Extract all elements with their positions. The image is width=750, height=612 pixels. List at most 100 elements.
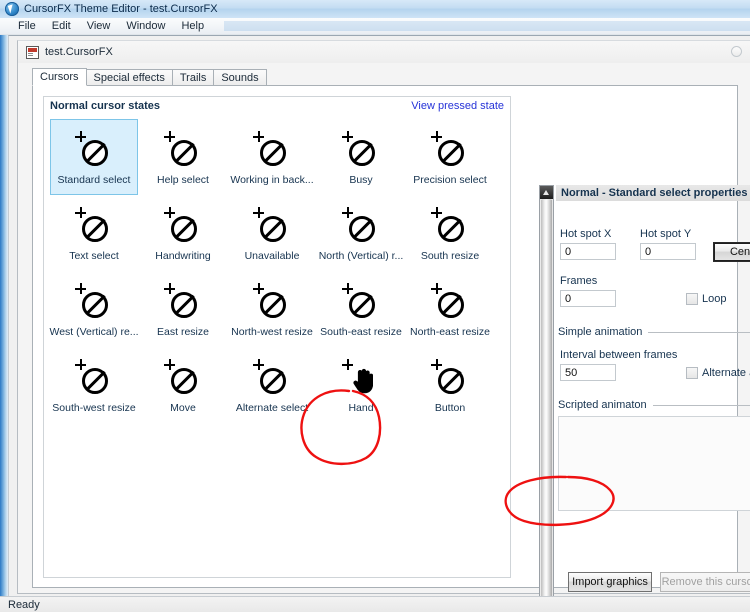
scrollbar-thumb[interactable] [541, 200, 552, 612]
cursor-cell-standard-select[interactable]: Standard select [50, 119, 138, 195]
menu-item-view[interactable]: View [79, 19, 119, 34]
cursor-cell-north-east-resize[interactable]: North-east resize [406, 271, 494, 347]
cursor-cell-working-in-back[interactable]: Working in back... [228, 119, 316, 195]
hand-glyph [353, 368, 373, 394]
hotspot-crosshair-icon [431, 207, 442, 218]
tab-trails[interactable]: Trails [171, 69, 215, 86]
window-left-border [0, 0, 8, 596]
no-entry-glyph [438, 292, 464, 318]
cursor-cell-label: West (Vertical) re... [49, 326, 139, 338]
menu-item-edit[interactable]: Edit [44, 19, 79, 34]
hotspot-crosshair-icon [431, 283, 442, 294]
no-entry-cursor-icon [250, 280, 294, 324]
no-entry-glyph [171, 216, 197, 242]
hot-spot-x-input[interactable] [560, 243, 616, 260]
tab-special-effects[interactable]: Special effects [85, 69, 173, 86]
interval-input[interactable] [560, 364, 616, 381]
cursor-cell-label: Text select [69, 250, 119, 262]
no-entry-glyph [438, 216, 464, 242]
document-restore-button[interactable] [731, 46, 742, 57]
frames-input[interactable] [560, 290, 616, 307]
no-entry-glyph [171, 140, 197, 166]
no-entry-cursor-icon [161, 204, 205, 248]
cursor-cell-label: East resize [157, 326, 209, 338]
cursor-cell-label: South-west resize [52, 402, 136, 414]
no-entry-cursor-icon [339, 280, 383, 324]
hotspot-crosshair-icon [431, 359, 442, 370]
no-entry-cursor-icon [339, 204, 383, 248]
no-entry-cursor-icon [250, 128, 294, 172]
no-entry-cursor-icon [250, 204, 294, 248]
grid-header: Normal cursor states View pressed state [44, 97, 510, 117]
cursor-cell-precision-select[interactable]: Precision select [406, 119, 494, 195]
properties-header: Normal - Standard select properties [556, 185, 750, 201]
cursor-cell-south-west-resize[interactable]: South-west resize [50, 347, 138, 423]
alternate-animation-checkbox[interactable] [686, 367, 698, 379]
no-entry-cursor-icon [72, 356, 116, 400]
hotspot-crosshair-icon [253, 283, 264, 294]
document-title: test.CursorFX [45, 46, 113, 58]
cursor-cell-button[interactable]: Button [406, 347, 494, 423]
cursorfx-app-icon [5, 2, 19, 16]
tab-sounds[interactable]: Sounds [213, 69, 267, 86]
cursor-cell-south-resize[interactable]: South resize [406, 195, 494, 271]
menu-item-file[interactable]: File [10, 19, 44, 34]
no-entry-cursor-icon [161, 280, 205, 324]
cursor-cell-label: Working in back... [230, 174, 314, 186]
cursor-cell-label: South resize [420, 250, 480, 262]
hot-spot-x-label: Hot spot X [560, 228, 612, 240]
import-graphics-button[interactable]: Import graphics [568, 572, 652, 592]
cursor-cell-busy[interactable]: Busy [317, 119, 405, 195]
vertical-scrollbar[interactable] [539, 185, 554, 612]
loop-checkbox[interactable] [686, 293, 698, 305]
hot-spot-y-input[interactable] [640, 243, 696, 260]
hotspot-crosshair-icon [75, 283, 86, 294]
cursor-cell-text-select[interactable]: Text select [50, 195, 138, 271]
no-entry-cursor-icon [72, 204, 116, 248]
no-entry-cursor-icon [161, 356, 205, 400]
no-entry-cursor-icon [339, 128, 383, 172]
no-entry-cursor-icon [428, 280, 472, 324]
hotspot-crosshair-icon [431, 131, 442, 142]
cursor-cell-south-east-resize[interactable]: South-east resize [317, 271, 405, 347]
tab-cursors[interactable]: Cursors [32, 68, 87, 86]
view-pressed-state-link[interactable]: View pressed state [411, 100, 504, 112]
no-entry-glyph [260, 216, 286, 242]
status-bar: Ready [0, 596, 750, 612]
alternate-animation-checkbox-row[interactable]: Alternate animation [686, 367, 750, 379]
menu-item-window[interactable]: Window [118, 19, 173, 34]
remove-this-cursor-button: Remove this cursor [660, 572, 750, 592]
document-icon [26, 45, 39, 59]
cursor-cell-label: Handwriting [155, 250, 211, 262]
cursor-cell-handwriting[interactable]: Handwriting [139, 195, 227, 271]
cursor-cell-north-west-resize[interactable]: North-west resize [228, 271, 316, 347]
loop-checkbox-row[interactable]: Loop [686, 293, 726, 305]
no-entry-cursor-icon [428, 128, 472, 172]
menu-item-help[interactable]: Help [173, 19, 212, 34]
cursor-cell-north-vertical-r[interactable]: North (Vertical) r... [317, 195, 405, 271]
no-entry-glyph [349, 292, 375, 318]
center-button[interactable]: Center [713, 242, 750, 262]
scrollbar-up-arrow-icon[interactable] [540, 186, 553, 199]
menu-bar: File Edit View Window Help [0, 18, 750, 35]
hotspot-crosshair-icon [75, 131, 86, 142]
scripted-animation-textarea[interactable] [558, 416, 750, 511]
cursor-cell-west-vertical-re[interactable]: West (Vertical) re... [49, 271, 139, 347]
loop-label: Loop [702, 293, 727, 305]
cursor-cell-east-resize[interactable]: East resize [139, 271, 227, 347]
cursor-cell-unavailable[interactable]: Unavailable [228, 195, 316, 271]
window-title: CursorFX Theme Editor - test.CursorFX [24, 3, 218, 15]
client-area: test.CursorFX Cursors Special effects Tr… [8, 35, 750, 612]
frames-label: Frames [560, 275, 598, 287]
scripted-animation-group: Scripted animaton [558, 399, 750, 411]
title-bar: CursorFX Theme Editor - test.CursorFX [0, 0, 750, 18]
no-entry-glyph [438, 140, 464, 166]
hotspot-crosshair-icon [164, 283, 175, 294]
cursor-cell-alternate-select[interactable]: Alternate select [228, 347, 316, 423]
hand-cursor-icon [339, 356, 383, 400]
cursor-cell-hand[interactable]: Hand [317, 347, 405, 423]
cursor-cell-help-select[interactable]: Help select [139, 119, 227, 195]
cursor-cell-move[interactable]: Move [139, 347, 227, 423]
hotspot-crosshair-icon [164, 131, 175, 142]
no-entry-glyph [82, 216, 108, 242]
